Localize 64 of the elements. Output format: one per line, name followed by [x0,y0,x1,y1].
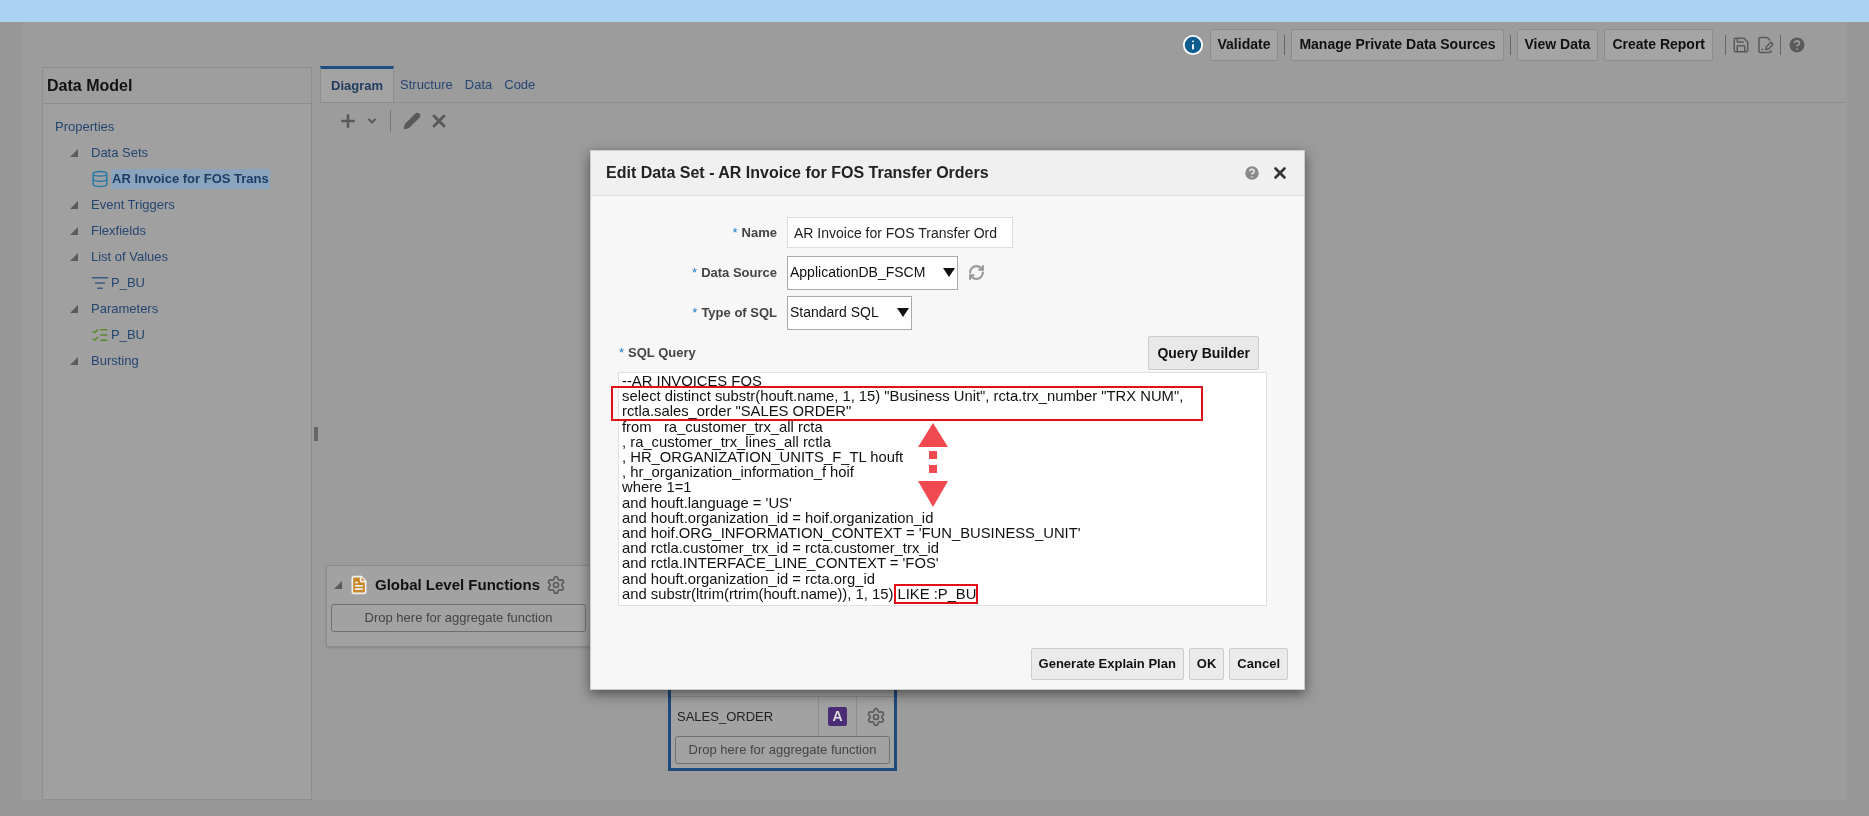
expand-triangle-icon[interactable] [69,148,79,158]
tab[interactable]: Data [458,68,499,102]
field-label: Type of SQL [701,303,777,322]
settings-icon[interactable] [865,706,886,727]
toolbar-button[interactable]: View Data [1516,28,1599,61]
database-icon [91,170,109,188]
settings-icon[interactable] [546,575,567,595]
list-icon [91,274,109,292]
tree-item[interactable]: Flexfields [91,221,146,241]
type-badge: A [828,707,847,726]
checklist-icon [91,326,109,344]
dialog-button[interactable]: Cancel [1229,648,1288,680]
tree-item[interactable]: List of Values [91,247,169,267]
expand-triangle-icon[interactable] [333,580,343,590]
toolbar-button[interactable]: Create Report [1604,28,1713,61]
element-name: SALES_ORDER [676,707,775,726]
add-icon[interactable] [338,111,358,131]
save-icon[interactable] [1732,35,1750,54]
dialog-title: Edit Data Set - AR Invoice for FOS Transfer Orders [606,163,990,183]
expand-triangle-icon[interactable] [69,226,79,236]
edit-icon[interactable] [403,112,421,130]
close-icon[interactable] [1271,164,1289,182]
panel-title: Global Level Functions [375,574,541,595]
sql-query-field[interactable]: --AR INVOICES FOS select distinct substr(houft.name, 1, 15) "Business Unit", rcta.trx_number "TRX NUM", rctla.sales_order "SALES ORDER" from ra_customer_trx_all rcta , ra_customer_trx_lines_all rctla , HR_ORGANIZATION_UNITS_F_TL houft , hr_organization_information_f hoif where 1=1 and houft.language = 'US' and houft.organization_id = hoif.organization_id and hoif.ORG_INFORMATION_CONTEXT = 'FUN_BUSINESS_UNIT' and rctla.customer_trx_id = rcta.customer_trx_id and rctla.INTERFACE_LINE_CONTEXT = 'FOS' and houft.organization_id = rcta.org_id and substr(ltrim(rtrim(houft.name)), 1, 15) LIKE :P_BU [618,372,1267,606]
field-label: Data Source [701,263,777,282]
tab[interactable]: Structure [394,68,459,102]
expand-triangle-icon[interactable] [69,252,79,262]
required-mark: * [692,263,698,282]
select-field[interactable]: ApplicationDB_FSCM [787,255,959,290]
tree-item[interactable]: P_BU [111,273,145,293]
help-icon[interactable] [1787,34,1807,55]
toolbar-button[interactable]: Validate [1209,28,1279,61]
tab[interactable]: Code [498,68,542,102]
field-label: Name [741,223,777,242]
expand-triangle-icon[interactable] [69,304,79,314]
field-label: SQL Query [628,343,696,362]
info-icon[interactable] [1181,33,1204,56]
name-field[interactable]: AR Invoice for FOS Transfer Ord [787,217,1013,248]
panel-title: Data Model [47,75,133,96]
drop-zone[interactable]: Drop here for aggregate function [331,604,586,632]
tree-item[interactable]: Data Sets [91,143,149,163]
dropdown-arrow-icon[interactable] [943,268,956,277]
tree-item[interactable]: Properties [55,118,311,136]
tree-item[interactable]: Parameters [91,299,159,319]
expand-triangle-icon[interactable] [69,356,79,366]
drop-zone[interactable]: Drop here for aggregate function [675,736,890,764]
dropdown-arrow-icon[interactable] [896,308,909,317]
dialog-button[interactable]: OK [1188,648,1225,680]
toolbar-button[interactable]: Manage Private Data Sources [1291,28,1504,61]
expand-triangle-icon[interactable] [69,200,79,210]
required-mark: * [732,223,738,242]
document-icon [349,575,369,595]
select-field[interactable]: Standard SQL [787,295,912,330]
tab[interactable]: Diagram [320,66,395,102]
required-mark: * [619,343,625,362]
edit-file-icon[interactable] [1756,35,1774,54]
tree-item[interactable]: AR Invoice for FOS Trans [111,169,270,189]
dialog-button[interactable]: Generate Explain Plan [1030,648,1184,680]
tree-item[interactable]: P_BU [111,325,145,345]
refresh-icon[interactable] [968,264,986,281]
tree-item[interactable]: Bursting [91,351,139,371]
query-builder-button[interactable]: Query Builder [1148,336,1259,370]
tree-item[interactable]: Event Triggers [91,195,175,215]
required-mark: * [692,303,698,322]
